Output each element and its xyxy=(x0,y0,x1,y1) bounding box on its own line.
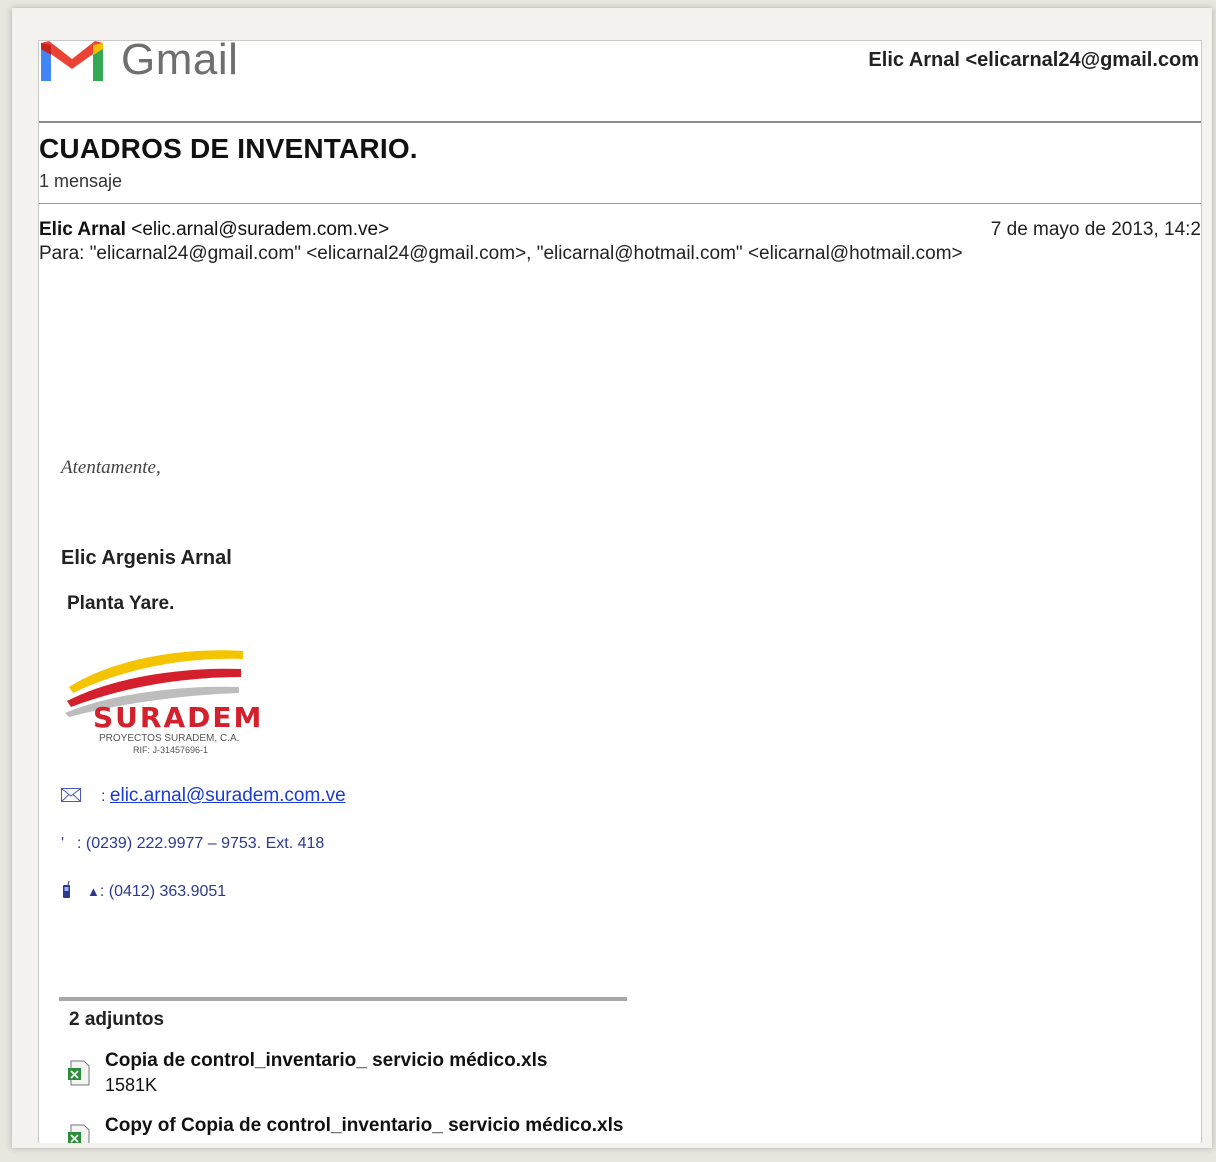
signature-name: Elic Argenis Arnal xyxy=(61,547,232,569)
signature-phone-mobile-line: ▲: (0412) 363.9051 xyxy=(61,881,226,901)
signature-plant: Planta Yare. xyxy=(67,593,175,614)
gmail-wordmark: Gmail xyxy=(121,40,239,84)
message-date: 7 de mayo de 2013, 14:2 xyxy=(990,219,1201,240)
phone-mobile-text: : (0412) 363.9051 xyxy=(99,883,227,900)
closing-line: Atentamente, xyxy=(61,457,161,478)
signature-email-link[interactable]: elic.arnal@suradem.com.ve xyxy=(110,785,346,806)
email-prefix: : xyxy=(101,788,106,805)
logo-wordmark: SURADEM xyxy=(93,701,263,734)
logo-rif: RIF: J-31457696-1 xyxy=(133,745,208,755)
phone-office-text: : (0239) 222.9977 – 9753. Ext. 418 xyxy=(77,835,325,852)
attachments-title: 2 adjuntos xyxy=(69,1009,165,1030)
printed-email-page: Gmail Elic Arnal <elicarnal24@gmail.com … xyxy=(38,40,1202,1143)
attachment-size-1: 1581K xyxy=(105,1075,158,1095)
envelope-icon xyxy=(61,788,81,802)
logo-subtext: PROYECTOS SURADEM, C.A. xyxy=(99,733,239,744)
attachment-name-2[interactable]: Copy of Copia de control_inventario_ ser… xyxy=(105,1115,623,1137)
attachments-divider xyxy=(59,997,627,1001)
message-recipients: Para: "elicarnal24@gmail.com" <elicarnal… xyxy=(39,243,963,264)
signature-email-line: : elic.arnal@suradem.com.ve xyxy=(61,785,346,807)
message-count: 1 mensaje xyxy=(39,171,123,191)
mobile-phone-icon xyxy=(63,881,70,898)
header-divider xyxy=(39,121,1201,123)
excel-file-icon xyxy=(68,1124,90,1143)
sender-name: Elic Arnal xyxy=(39,219,126,240)
attachment-name-1[interactable]: Copia de control_inventario_ servicio mé… xyxy=(105,1050,547,1072)
message-sender: Elic Arnal <elic.arnal@suradem.com.ve> xyxy=(39,219,389,241)
subject-divider xyxy=(39,203,1201,204)
sender-email: <elic.arnal@suradem.com.ve> xyxy=(131,219,390,240)
account-label: Elic Arnal <elicarnal24@gmail.com xyxy=(868,49,1199,71)
gmail-logo-icon xyxy=(41,41,103,81)
suradem-logo: SURADEM PROYECTOS SURADEM, C.A. RIF: J-3… xyxy=(65,650,263,755)
signature-phone-office-line: ' : (0239) 222.9977 – 9753. Ext. 418 xyxy=(61,835,324,853)
thread-subject: CUADROS DE INVENTARIO. xyxy=(39,133,418,164)
excel-file-icon xyxy=(68,1060,90,1086)
phone-icon: ' xyxy=(61,835,65,852)
mobile-prefix: ▲ xyxy=(87,884,100,899)
